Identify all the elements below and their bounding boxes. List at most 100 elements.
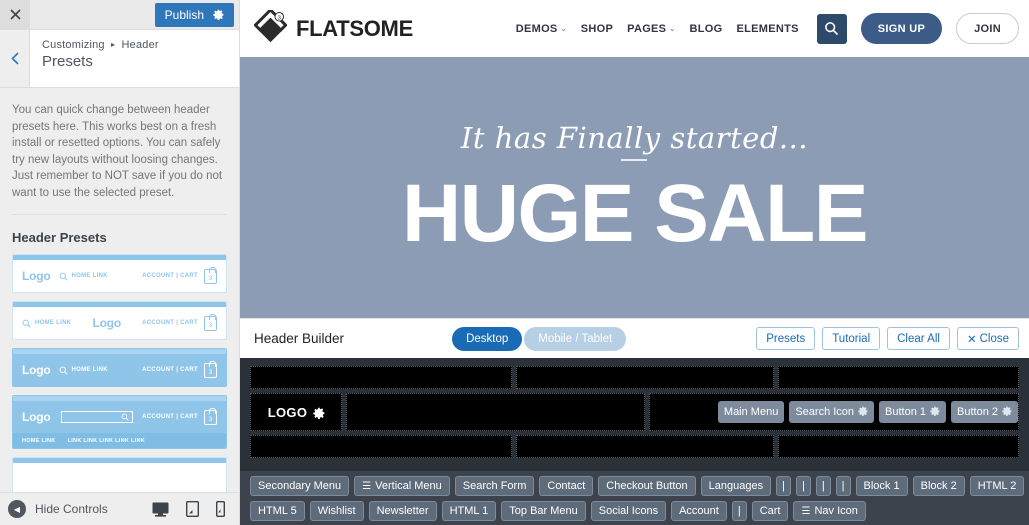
cart-icon: 3 <box>204 266 217 284</box>
customizer-topbar: Publish <box>0 0 239 30</box>
palette-html-5[interactable]: HTML 5 <box>250 501 305 521</box>
element-palette: Secondary Menu ☰ Vertical Menu Search For… <box>240 471 1029 525</box>
drop-zone-top-center[interactable] <box>516 366 774 389</box>
drop-zone-top-left[interactable] <box>250 366 512 389</box>
close-icon: ✕ <box>966 333 977 346</box>
join-button[interactable]: JOIN <box>956 13 1019 44</box>
element-main-menu[interactable]: Main Menu <box>717 401 785 423</box>
palette-divider-3[interactable]: | <box>815 476 831 496</box>
grid-row-main: LOGO Main Menu Search Icon Button 1 Butt… <box>240 393 1029 431</box>
logo-element[interactable]: LOGO <box>250 393 342 431</box>
close-button[interactable]: ✕ Close <box>956 327 1019 350</box>
hero-title: HUGE SALE <box>402 167 868 259</box>
drop-zone-top-right[interactable] <box>778 366 1019 389</box>
grid-row-bottom <box>240 435 1029 458</box>
breadcrumb-root[interactable]: Customizing <box>42 39 105 51</box>
element-button-1[interactable]: Button 1 <box>879 401 947 423</box>
mobile-icon[interactable] <box>216 501 225 517</box>
preset-row <box>13 463 226 492</box>
customizer-panel-header: Customizing ▸ Header Presets <box>0 30 239 88</box>
presets-button[interactable]: Presets <box>756 327 816 350</box>
palette-checkout-button[interactable]: Checkout Button <box>598 476 696 496</box>
palette-account[interactable]: Account <box>671 501 727 521</box>
tutorial-button[interactable]: Tutorial <box>822 327 881 350</box>
palette-search-form[interactable]: Search Form <box>454 476 535 496</box>
desktop-icon[interactable] <box>152 501 169 517</box>
drop-zone-main-center[interactable] <box>346 393 645 431</box>
palette-contact[interactable]: Contact <box>539 476 594 496</box>
preset-card-logo-left[interactable]: Logo HOME LINK ACCOUNT | CART 3 <box>12 254 227 293</box>
palette-html-1[interactable]: HTML 1 <box>441 501 497 521</box>
preset-card-logo-center[interactable]: HOME LINK Logo ACCOUNT | CART 3 <box>12 301 227 340</box>
palette-newsletter[interactable]: Newsletter <box>368 501 437 521</box>
palette-wishlist[interactable]: Wishlist <box>309 501 364 521</box>
hamburger-icon: ☰ <box>801 505 811 517</box>
chip-label: | <box>782 480 785 492</box>
drop-zone-bottom-left[interactable] <box>250 435 512 458</box>
preset-card-dark-bar[interactable]: Logo HOME LINK ACCOUNT | CART 3 <box>12 348 227 387</box>
nav-label: BLOG <box>689 22 723 35</box>
search-input[interactable] <box>60 411 133 423</box>
clear-all-button[interactable]: Clear All <box>887 327 950 350</box>
tablet-icon[interactable] <box>186 501 199 517</box>
chip-label: Contact <box>547 480 586 492</box>
preset-account-cart: ACCOUNT | CART <box>142 414 198 420</box>
palette-divider-2[interactable]: | <box>795 476 811 496</box>
preset-row: HOME LINK Logo ACCOUNT | CART 3 <box>13 307 226 339</box>
search-icon[interactable] <box>816 13 847 44</box>
nav-item-blog[interactable]: BLOG <box>690 23 723 35</box>
chip-label: Search Icon <box>795 406 855 418</box>
flatsome-diamond-icon: 3 <box>253 7 288 48</box>
gear-icon[interactable] <box>313 407 325 419</box>
site-brand[interactable]: 3 FLATSOME <box>253 7 413 48</box>
palette-social-icons[interactable]: Social Icons <box>590 501 667 521</box>
nav-item-elements[interactable]: ELEMENTS <box>736 23 798 35</box>
view-toggle-group: Desktop Mobile / Tablet <box>452 326 627 351</box>
palette-nav-icon[interactable]: ☰ Nav Icon <box>793 501 866 521</box>
palette-languages[interactable]: Languages <box>700 476 772 496</box>
preset-logo-label: Logo <box>22 410 51 424</box>
drop-zone-bottom-center[interactable] <box>516 435 774 458</box>
gear-icon[interactable] <box>1002 406 1012 419</box>
signup-button[interactable]: SIGN UP <box>860 13 943 44</box>
brand-name: FLATSOME <box>296 15 413 41</box>
preset-links: HOME LINK <box>71 273 108 279</box>
palette-cart[interactable]: Cart <box>751 501 789 521</box>
palette-vertical-menu[interactable]: ☰ Vertical Menu <box>354 476 450 496</box>
search-icon <box>59 272 68 281</box>
palette-divider-1[interactable]: | <box>776 476 791 496</box>
nav-item-pages[interactable]: PAGES ⌄ <box>627 23 675 35</box>
preset-card-partial[interactable] <box>12 457 227 492</box>
chip-label: HTML 1 <box>449 505 489 517</box>
toggle-desktop[interactable]: Desktop <box>452 326 523 351</box>
drop-zone-main-right[interactable]: Main Menu Search Icon Button 1 Button 2 <box>649 393 1019 431</box>
toggle-mobile-tablet[interactable]: Mobile / Tablet <box>524 326 627 351</box>
chip-label: Social Icons <box>598 505 659 517</box>
palette-divider-5[interactable]: | <box>731 501 747 521</box>
gear-icon[interactable] <box>858 406 868 419</box>
palette-html-2[interactable]: HTML 2 <box>969 476 1025 496</box>
chip-label: Nav Icon <box>814 505 858 517</box>
close-icon[interactable] <box>0 0 30 30</box>
palette-secondary-menu[interactable]: Secondary Menu <box>250 476 350 496</box>
preset-row: Logo HOME LINK ACCOUNT | CART 3 <box>13 354 226 386</box>
palette-block-1[interactable]: Block 1 <box>855 476 908 496</box>
gear-icon[interactable] <box>213 9 224 20</box>
chip-label: Cart <box>759 505 781 517</box>
chip-label: Top Bar Menu <box>509 505 578 517</box>
publish-button[interactable]: Publish <box>154 2 234 27</box>
hide-controls-button[interactable]: ◀ Hide Controls <box>8 500 108 518</box>
nav-item-demos[interactable]: DEMOS ⌄ <box>516 23 567 35</box>
palette-block-2[interactable]: Block 2 <box>912 476 965 496</box>
element-search-icon[interactable]: Search Icon <box>789 401 875 423</box>
drop-zone-bottom-right[interactable] <box>778 435 1019 458</box>
palette-top-bar-menu[interactable]: Top Bar Menu <box>501 501 586 521</box>
gear-icon[interactable] <box>930 406 940 419</box>
chevron-left-icon[interactable] <box>0 30 30 87</box>
element-button-2[interactable]: Button 2 <box>951 401 1018 423</box>
breadcrumb-separator-icon: ▸ <box>111 40 116 49</box>
preset-card-search-field[interactable]: Logo ACCOUNT | CART 3 HOME LINK LINK LIN… <box>12 395 227 449</box>
header-builder-grid: LOGO Main Menu Search Icon Button 1 Butt… <box>240 358 1029 471</box>
palette-divider-4[interactable]: | <box>835 476 851 496</box>
nav-item-shop[interactable]: SHOP <box>581 23 613 35</box>
